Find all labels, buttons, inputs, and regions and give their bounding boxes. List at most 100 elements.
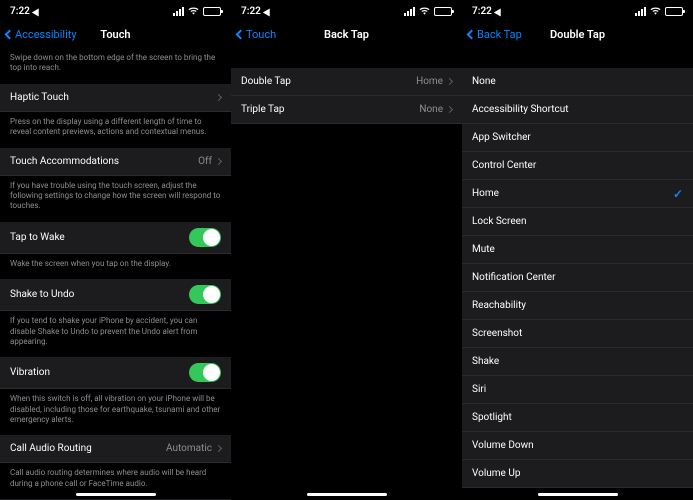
row-tap-to-wake[interactable]: Tap to Wake	[0, 222, 231, 254]
option-row[interactable]: Spotlight	[462, 404, 693, 432]
signal-icon	[635, 7, 646, 16]
option-label: Screenshot	[472, 328, 522, 339]
content: Double Tap Home Triple Tap None	[231, 48, 462, 500]
option-label: Home	[472, 188, 499, 199]
toggle-switch[interactable]	[189, 228, 221, 247]
screen-double-tap: 7:22 Back Tap Double Tap None Accessibili…	[462, 0, 693, 500]
option-row[interactable]: Shake	[462, 348, 693, 376]
chevron-right-icon	[215, 445, 222, 452]
row-haptic-touch[interactable]: Haptic Touch	[0, 84, 231, 112]
page-title: Touch	[100, 28, 130, 41]
status-time: 7:22	[241, 6, 261, 17]
home-indicator[interactable]	[538, 493, 618, 496]
back-label: Touch	[246, 28, 276, 41]
tap-to-wake-footer: Wake the screen when you tap on the disp…	[0, 254, 231, 279]
row-value-text: Off	[198, 156, 212, 167]
wifi-icon	[650, 7, 661, 15]
chevron-left-icon	[467, 29, 477, 39]
battery-icon	[665, 7, 683, 16]
option-row[interactable]: Lock Screen	[462, 208, 693, 236]
checkmark-icon: ✓	[673, 187, 683, 201]
chevron-right-icon	[446, 106, 453, 113]
option-label: Volume Up	[472, 468, 520, 479]
row-shake-to-undo[interactable]: Shake to Undo	[0, 279, 231, 311]
option-label: Shake	[472, 356, 499, 367]
chevron-left-icon	[5, 29, 15, 39]
signal-icon	[404, 7, 415, 16]
status-time: 7:22	[10, 6, 30, 17]
wifi-icon	[188, 7, 199, 15]
row-label: Touch Accommodations	[10, 156, 119, 167]
option-row[interactable]: Accessibility Shortcut	[462, 96, 693, 124]
option-label: None	[472, 76, 496, 87]
signal-icon	[173, 7, 184, 16]
option-row[interactable]: Volume Up	[462, 460, 693, 488]
home-indicator[interactable]	[76, 493, 156, 496]
status-bar: 7:22	[231, 0, 462, 20]
row-touch-accommodations[interactable]: Touch Accommodations Off	[0, 148, 231, 176]
back-button[interactable]: Back Tap	[468, 28, 522, 41]
chevron-right-icon	[446, 78, 453, 85]
shake-to-undo-footer: If you tend to shake your iPhone by acci…	[0, 311, 231, 357]
option-label: Volume Down	[472, 440, 534, 451]
option-label: Mute	[472, 244, 495, 255]
option-row[interactable]: Siri	[462, 376, 693, 404]
back-button[interactable]: Touch	[237, 28, 276, 41]
content: Swipe down on the bottom edge of the scr…	[0, 48, 231, 500]
option-row[interactable]: Screenshot	[462, 320, 693, 348]
option-label: Accessibility Shortcut	[472, 104, 569, 115]
page-title: Double Tap	[550, 28, 605, 41]
option-label: Notification Center	[472, 272, 555, 283]
row-triple-tap[interactable]: Triple Tap None	[231, 96, 462, 124]
status-bar: 7:22	[462, 0, 693, 20]
back-label: Back Tap	[477, 28, 522, 41]
option-row[interactable]: None	[462, 68, 693, 96]
option-row[interactable]: Control Center	[462, 152, 693, 180]
screen-back-tap: 7:22 Touch Back Tap Double Tap Home Trip…	[231, 0, 462, 500]
option-label: Lock Screen	[472, 216, 526, 227]
option-row[interactable]: Mute	[462, 236, 693, 264]
nav-bar: Touch Back Tap	[231, 20, 462, 48]
row-label: Call Audio Routing	[10, 443, 92, 454]
row-value-text: None	[419, 104, 443, 115]
row-value-text: Home	[416, 76, 443, 87]
row-call-audio-routing[interactable]: Call Audio Routing Automatic	[0, 435, 231, 463]
wifi-icon	[419, 7, 430, 15]
status-time: 7:22	[472, 6, 492, 17]
row-label: Triple Tap	[241, 104, 285, 115]
back-label: Accessibility	[15, 28, 77, 41]
back-button[interactable]: Accessibility	[6, 28, 77, 41]
option-label: Control Center	[472, 160, 536, 171]
location-icon	[32, 6, 42, 16]
option-row[interactable]: App Switcher	[462, 124, 693, 152]
location-icon	[263, 6, 273, 16]
row-value-text: Automatic	[166, 443, 212, 454]
option-row[interactable]: Volume Down	[462, 432, 693, 460]
option-label: Spotlight	[472, 412, 512, 423]
nav-bar: Accessibility Touch	[0, 20, 231, 48]
option-label: Siri	[472, 384, 486, 395]
option-row[interactable]: Reachability	[462, 292, 693, 320]
battery-icon	[434, 7, 452, 16]
battery-icon	[203, 7, 221, 16]
option-label: App Switcher	[472, 132, 531, 143]
content: None Accessibility Shortcut App Switcher Co…	[462, 48, 693, 500]
nav-bar: Back Tap Double Tap	[462, 20, 693, 48]
toggle-switch[interactable]	[189, 285, 221, 304]
option-row[interactable]: Notification Center	[462, 264, 693, 292]
row-label: Double Tap	[241, 76, 291, 87]
chevron-right-icon	[215, 158, 222, 165]
page-title: Back Tap	[324, 28, 369, 41]
vibration-footer: When this switch is off, all vibration o…	[0, 389, 231, 435]
option-row[interactable]: Home ✓	[462, 180, 693, 208]
row-double-tap[interactable]: Double Tap Home	[231, 68, 462, 96]
home-indicator[interactable]	[307, 493, 387, 496]
status-bar: 7:22	[0, 0, 231, 20]
row-label: Tap to Wake	[10, 232, 65, 243]
option-label: Reachability	[472, 300, 526, 311]
row-vibration[interactable]: Vibration	[0, 357, 231, 389]
row-label: Shake to Undo	[10, 289, 74, 300]
location-icon	[494, 6, 504, 16]
touch-accommodations-footer: If you have trouble using the touch scre…	[0, 176, 231, 222]
toggle-switch[interactable]	[189, 363, 221, 382]
